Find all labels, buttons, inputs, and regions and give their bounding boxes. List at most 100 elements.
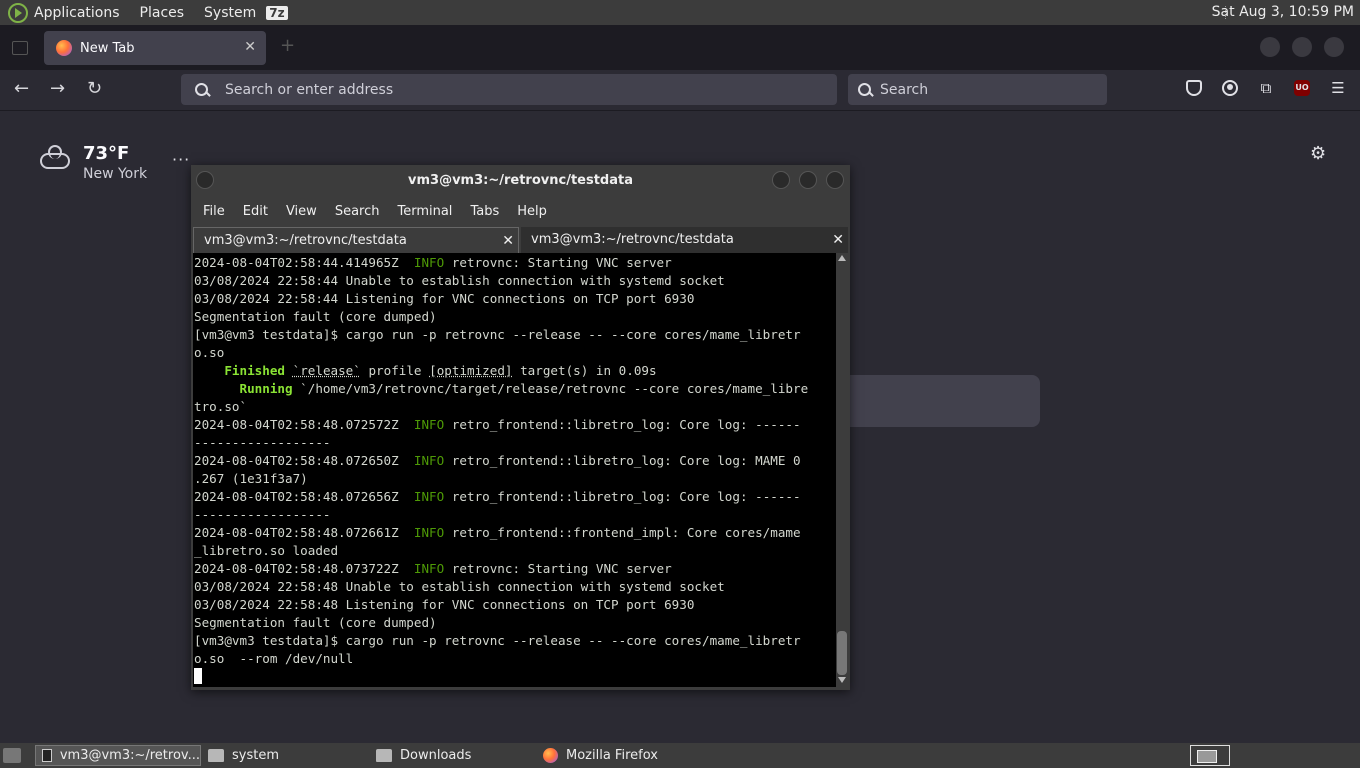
top-panel: Applications Places System 7z Sat Aug 3,… <box>0 0 1360 25</box>
terminal-line: 2024-08-04T02:58:44.414965Z INFO retrovn… <box>194 254 836 272</box>
hamburger-menu-icon[interactable]: ☰ <box>1330 80 1346 96</box>
7zip-launcher-icon[interactable]: 7z <box>266 5 288 20</box>
terminal-line: tro.so` <box>194 398 836 416</box>
menu-terminal[interactable]: Terminal <box>397 204 452 219</box>
minimize-button[interactable] <box>772 171 790 189</box>
terminal-text: Segmentation fault (core dumped) <box>194 615 437 630</box>
cargo-text: `/home/vm3/retrovnc/target/release/retro… <box>292 381 809 396</box>
tab-new-tab[interactable]: New Tab ✕ <box>44 31 266 65</box>
terminal-tabs: vm3@vm3:~/retrovnc/testdata ✕ vm3@vm3:~/… <box>191 225 850 253</box>
reload-icon[interactable]: ↻ <box>87 78 102 99</box>
log-level: INFO <box>413 489 445 504</box>
extensions-puzzle-icon[interactable]: ⧉ <box>1258 80 1274 96</box>
log-message: Core log: MAME 0 <box>671 453 801 468</box>
terminal-text: o.so --rom /dev/null <box>194 651 354 666</box>
menu-file[interactable]: File <box>203 204 225 219</box>
terminal-text: ------------------ <box>194 507 331 522</box>
taskbar-label: Mozilla Firefox <box>566 748 658 763</box>
cargo-text: profile <box>360 363 430 378</box>
show-desktop-icon[interactable] <box>3 748 21 763</box>
newtab-card[interactable] <box>849 375 1040 427</box>
log-message: Core log: ------ <box>671 489 801 504</box>
terminal-line: 03/08/2024 22:58:48 Unable to establish … <box>194 578 836 596</box>
terminal-line: Running `/home/vm3/retrovnc/target/relea… <box>194 380 836 398</box>
search-placeholder: Search <box>880 81 929 98</box>
terminal-tab-2[interactable]: vm3@vm3:~/retrovnc/testdata ✕ <box>521 227 848 253</box>
maximize-button[interactable] <box>799 171 817 189</box>
folder-icon <box>208 749 224 762</box>
log-target: retro_frontend::libretro_log: <box>444 489 672 504</box>
menu-edit[interactable]: Edit <box>243 204 268 219</box>
terminal-lines: 2024-08-04T02:58:44.414965Z INFO retrovn… <box>193 253 836 686</box>
distro-logo-icon[interactable] <box>8 2 28 23</box>
terminal-title: vm3@vm3:~/retrovnc/testdata <box>408 173 633 188</box>
terminal-line: [vm3@vm3 testdata]$ cargo run -p retrovn… <box>194 632 836 650</box>
terminal-tab-1[interactable]: vm3@vm3:~/retrovnc/testdata ✕ <box>193 227 519 253</box>
menu-tabs[interactable]: Tabs <box>470 204 499 219</box>
taskbar-item-downloads[interactable]: Downloads <box>370 745 536 766</box>
terminal-text: 03/08/2024 22:58:44 Listening for VNC co… <box>194 291 695 306</box>
applications-menu[interactable]: Applications <box>34 5 120 21</box>
workspace-switcher[interactable] <box>1190 745 1230 766</box>
log-timestamp: 2024-08-04T02:58:48.073722Z <box>194 561 414 576</box>
places-menu[interactable]: Places <box>140 5 185 21</box>
browser-toolbar-icons: ⧉ UO ☰ <box>1186 80 1346 96</box>
ublock-origin-icon[interactable]: UO <box>1294 80 1310 96</box>
terminal-text: _libretro.so loaded <box>194 543 339 558</box>
gear-icon[interactable]: ⚙ <box>1310 143 1326 164</box>
log-level: INFO <box>413 525 445 540</box>
terminal-line: 2024-08-04T02:58:48.072656Z INFO retro_f… <box>194 488 836 506</box>
close-icon[interactable]: ✕ <box>502 228 514 254</box>
back-arrow-icon[interactable]: ← <box>14 78 29 99</box>
search-icon <box>195 82 209 97</box>
close-window-button[interactable] <box>1324 37 1344 57</box>
account-icon[interactable] <box>1222 80 1238 96</box>
pocket-icon[interactable] <box>1186 80 1202 96</box>
scroll-down-icon[interactable] <box>838 677 846 683</box>
url-placeholder: Search or enter address <box>225 81 394 98</box>
terminal-line: 03/08/2024 22:58:44 Listening for VNC co… <box>194 290 836 308</box>
taskbar-item-terminal[interactable]: vm3@vm3:~/retrov... <box>35 745 201 766</box>
log-timestamp: 2024-08-04T02:58:48.072572Z <box>194 417 414 432</box>
maximize-button[interactable] <box>1292 37 1312 57</box>
tab-list-icon[interactable] <box>12 41 28 55</box>
close-window-button[interactable] <box>826 171 844 189</box>
scrollbar-thumb[interactable] <box>837 631 847 675</box>
taskbar-item-firefox[interactable]: Mozilla Firefox <box>537 745 703 766</box>
menu-search[interactable]: Search <box>335 204 380 219</box>
menu-help[interactable]: Help <box>517 204 547 219</box>
terminal-scrollbar[interactable] <box>836 253 848 687</box>
cargo-profile: `release` <box>292 363 361 378</box>
scroll-up-icon[interactable] <box>838 255 846 261</box>
log-target: retrovnc: <box>444 255 521 270</box>
log-message: Starting VNC server <box>520 561 672 576</box>
terminal-output[interactable]: 2024-08-04T02:58:44.414965Z INFO retrovn… <box>193 253 836 687</box>
menu-view[interactable]: View <box>286 204 317 219</box>
terminal-line: 2024-08-04T02:58:48.072661Z INFO retro_f… <box>194 524 836 542</box>
terminal-line: 2024-08-04T02:58:48.073722Z INFO retrovn… <box>194 560 836 578</box>
close-icon[interactable]: ✕ <box>832 227 844 253</box>
taskbar-item-system[interactable]: system <box>202 745 368 766</box>
minimize-button[interactable] <box>1260 37 1280 57</box>
tab-close-icon[interactable]: ✕ <box>244 39 256 55</box>
forward-arrow-icon[interactable]: → <box>50 78 65 99</box>
terminal-text: Segmentation fault (core dumped) <box>194 309 437 324</box>
terminal-text: 03/08/2024 22:58:44 Unable to establish … <box>194 273 725 288</box>
log-timestamp: 2024-08-04T02:58:48.072661Z <box>194 525 414 540</box>
clock[interactable]: Sat Aug 3, 10:59 PM <box>1212 4 1354 20</box>
cargo-text: target(s) in 0.09s <box>512 363 657 378</box>
terminal-text: .267 (1e31f3a7) <box>194 471 308 486</box>
weather-more-options-icon[interactable]: ··· <box>172 150 190 169</box>
url-bar[interactable]: Search or enter address <box>181 74 837 105</box>
terminal-line: .267 (1e31f3a7) <box>194 470 836 488</box>
browser-navbar: ← → ↻ Search or enter address Search ⧉ U… <box>0 70 1360 111</box>
system-menu[interactable]: System <box>204 5 256 21</box>
log-level: INFO <box>413 453 445 468</box>
log-level: INFO <box>413 561 445 576</box>
search-bar[interactable]: Search <box>848 74 1107 105</box>
terminal-tab-label: vm3@vm3:~/retrovnc/testdata <box>531 232 734 247</box>
terminal-text: 03/08/2024 22:58:48 Unable to establish … <box>194 579 725 594</box>
terminal-text: [vm3@vm3 testdata]$ cargo run -p retrovn… <box>194 633 801 648</box>
new-tab-plus-icon[interactable]: + <box>280 35 295 56</box>
